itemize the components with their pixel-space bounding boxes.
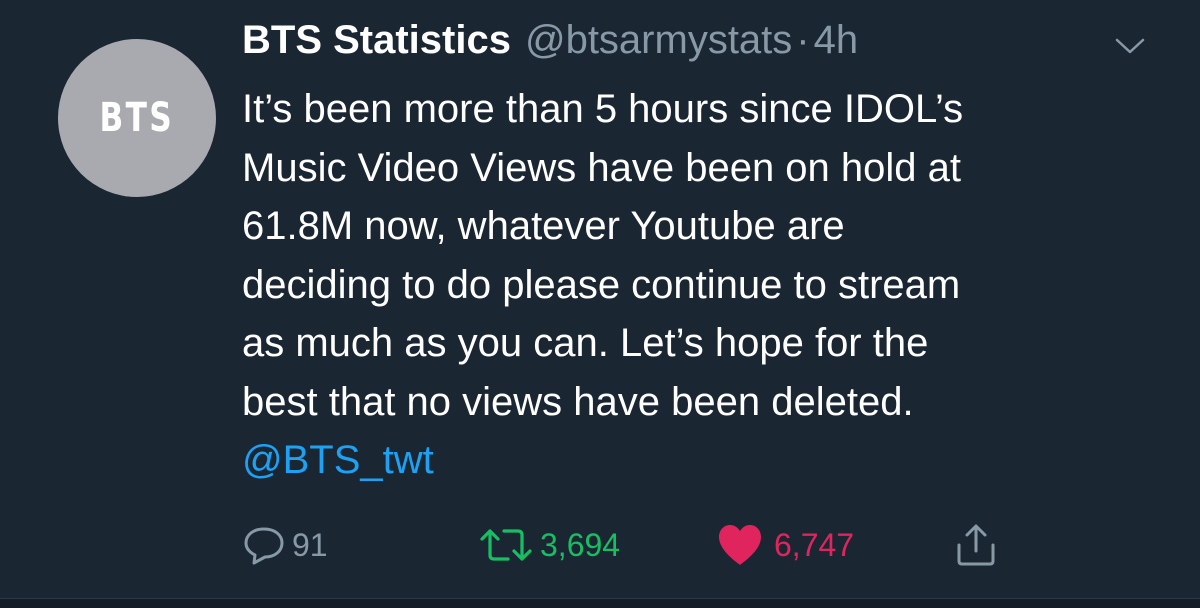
user-handle[interactable]: @btsarmystats bbox=[525, 18, 792, 63]
display-name[interactable]: BTS Statistics bbox=[242, 18, 511, 63]
tweet-text-line: deciding to do please continue to stream bbox=[242, 262, 961, 307]
reply-count: 91 bbox=[292, 526, 328, 563]
chevron-down-icon[interactable] bbox=[1114, 34, 1146, 58]
timestamp[interactable]: 4h bbox=[814, 18, 859, 63]
like-count: 6,747 bbox=[774, 526, 855, 563]
tweet-text-line: best that no views have been deleted. bbox=[242, 379, 914, 424]
tweet-actions: 91 3,694 6,747 bbox=[242, 520, 1042, 570]
tweet-text-line: Music Video Views have been on hold at bbox=[242, 145, 962, 190]
avatar-logo-text: BTS bbox=[99, 95, 175, 141]
share-icon bbox=[957, 524, 995, 566]
reply-button[interactable]: 91 bbox=[242, 520, 328, 570]
tweet-text-line: as much as you can. Let’s hope for the bbox=[242, 321, 929, 365]
avatar[interactable]: BTS bbox=[58, 39, 216, 197]
mention-link[interactable]: @BTS_twt bbox=[242, 431, 1172, 490]
tweet-text-line: It’s been more than 5 hours since IDOL’s bbox=[242, 87, 964, 131]
retweet-icon bbox=[480, 529, 532, 561]
tweet-text: It’s been more than 5 hours since IDOL’s… bbox=[242, 80, 1172, 490]
retweet-count: 3,694 bbox=[540, 526, 621, 563]
tweet-card[interactable]: BTS BTS Statistics @btsarmystats · 4h It… bbox=[0, 0, 1200, 598]
reply-icon bbox=[244, 527, 284, 565]
share-button[interactable] bbox=[954, 520, 998, 570]
retweet-button[interactable]: 3,694 bbox=[478, 520, 620, 570]
heart-icon bbox=[719, 525, 761, 565]
tweet-header: BTS Statistics @btsarmystats · 4h bbox=[242, 18, 858, 68]
tweet-text-line: 61.8M now, whatever Youtube are bbox=[242, 204, 845, 248]
like-button[interactable]: 6,747 bbox=[716, 520, 854, 570]
separator-dot: · bbox=[796, 18, 810, 62]
